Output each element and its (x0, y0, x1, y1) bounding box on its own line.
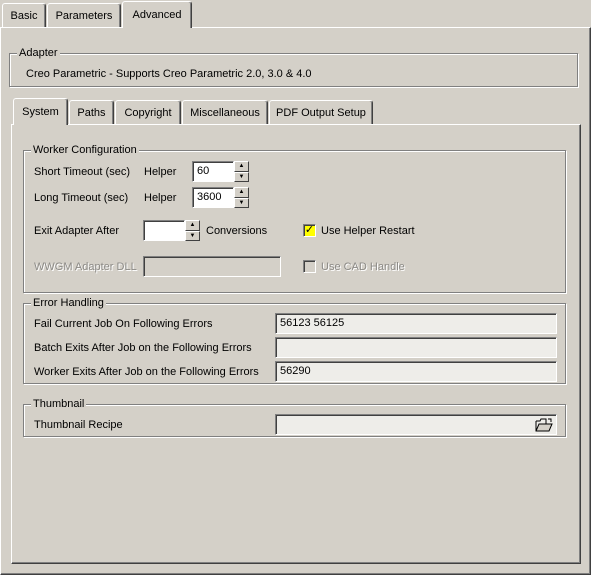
wwgm-adapter-dll-label: WWGM Adapter DLL (34, 261, 137, 273)
exit-adapter-after-stepper[interactable]: ▲ ▼ (185, 220, 200, 241)
error-handling-title: Error Handling (31, 297, 106, 309)
checkmark-icon: ✓ (304, 224, 315, 236)
long-timeout-input[interactable]: 3600 (192, 187, 234, 208)
worker-configuration-group: Worker Configuration Short Timeout (sec)… (23, 144, 566, 293)
short-timeout-helper-label: Helper (144, 166, 177, 178)
exit-adapter-after-label: Exit Adapter After (34, 225, 119, 237)
fail-current-job-label: Fail Current Job On Following Errors (34, 318, 213, 330)
system-panel: Worker Configuration Short Timeout (sec)… (11, 124, 581, 564)
fail-current-job-input[interactable]: 56123 56125 (275, 313, 557, 334)
use-cad-handle-checkbox[interactable] (303, 260, 316, 273)
tab-pdf-output-setup[interactable]: PDF Output Setup (269, 100, 373, 124)
use-helper-restart-checkbox[interactable]: ✓ (303, 224, 316, 237)
long-timeout-stepper[interactable]: ▲ ▼ (234, 187, 249, 208)
spin-up-icon[interactable]: ▲ (234, 161, 249, 172)
short-timeout-stepper[interactable]: ▲ ▼ (234, 161, 249, 182)
batch-exits-input[interactable] (275, 337, 557, 358)
use-cad-handle-label: Use CAD Handle (321, 261, 405, 273)
adapter-group: Adapter Creo Parametric - Supports Creo … (9, 47, 578, 87)
tab-advanced-label: Advanced (132, 9, 182, 21)
tab-paths-label: Paths (77, 106, 106, 119)
tab-copyright[interactable]: Copyright (115, 100, 181, 124)
thumbnail-group: Thumbnail Thumbnail Recipe (23, 398, 566, 437)
tab-parameters-label: Parameters (55, 9, 113, 22)
thumbnail-recipe-input[interactable] (275, 414, 557, 435)
long-timeout-helper-label: Helper (144, 192, 177, 204)
error-handling-group: Error Handling Fail Current Job On Follo… (23, 297, 566, 384)
use-helper-restart-label: Use Helper Restart (321, 225, 415, 237)
tab-paths[interactable]: Paths (69, 100, 114, 124)
worker-exits-input[interactable]: 56290 (275, 361, 557, 382)
tab-basic-label: Basic (10, 9, 38, 22)
worker-exits-label: Worker Exits After Job on the Following … (34, 366, 259, 378)
batch-exits-label: Batch Exits After Job on the Following E… (34, 342, 252, 354)
folder-open-icon[interactable] (534, 416, 554, 433)
tab-parameters[interactable]: Parameters (47, 3, 121, 27)
tab-miscellaneous-label: Miscellaneous (190, 106, 260, 119)
advanced-panel: Adapter Creo Parametric - Supports Creo … (0, 27, 591, 575)
wwgm-adapter-dll-input[interactable] (143, 256, 281, 277)
short-timeout-input[interactable]: 60 (192, 161, 234, 182)
adapter-description: Creo Parametric - Supports Creo Parametr… (26, 68, 312, 80)
exit-adapter-after-input[interactable] (143, 220, 185, 241)
thumbnail-title: Thumbnail (31, 398, 87, 410)
long-timeout-label: Long Timeout (sec) (34, 192, 129, 204)
tab-system-label: System (22, 106, 59, 118)
short-timeout-label: Short Timeout (sec) (34, 166, 130, 178)
worker-configuration-title: Worker Configuration (31, 144, 139, 156)
tab-system[interactable]: System (13, 98, 68, 125)
thumbnail-recipe-label: Thumbnail Recipe (34, 419, 123, 431)
adapter-group-title: Adapter (17, 47, 60, 59)
tab-copyright-label: Copyright (124, 106, 172, 119)
tab-advanced[interactable]: Advanced (122, 1, 192, 28)
spin-up-icon[interactable]: ▲ (234, 187, 249, 198)
conversions-label: Conversions (206, 225, 268, 237)
spin-down-icon[interactable]: ▼ (185, 230, 200, 241)
tab-pdf-output-setup-label: PDF Output Setup (276, 106, 366, 119)
spin-up-icon[interactable]: ▲ (185, 220, 200, 231)
tab-miscellaneous[interactable]: Miscellaneous (182, 100, 268, 124)
spin-down-icon[interactable]: ▼ (234, 171, 249, 182)
spin-down-icon[interactable]: ▼ (234, 197, 249, 208)
tab-basic[interactable]: Basic (2, 3, 46, 27)
